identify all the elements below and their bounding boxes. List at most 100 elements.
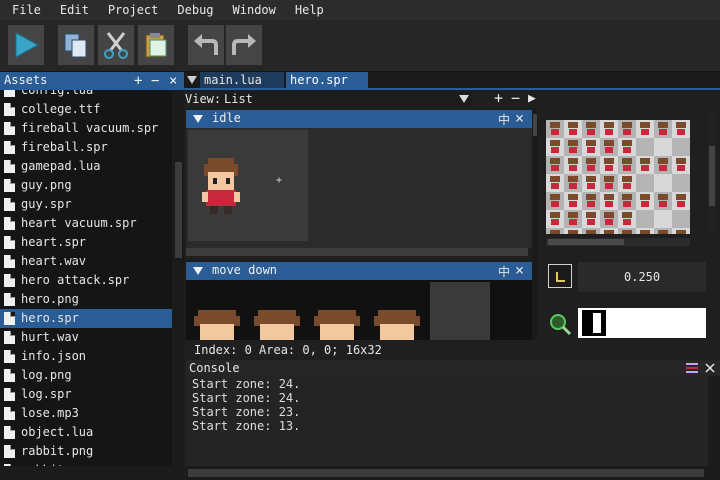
assets-horizontal-scrollbar[interactable] [0, 466, 184, 480]
sheet-horizontal-scrollbar[interactable] [546, 238, 690, 246]
frame-cell[interactable] [370, 302, 424, 340]
interval-field[interactable]: 0.250 [578, 262, 706, 292]
frame-cell[interactable] [190, 302, 244, 340]
asset-item-label: fireball vacuum.spr [21, 121, 159, 135]
asset-item[interactable]: hero.spr [0, 309, 172, 328]
close-assets-button[interactable]: × [169, 72, 177, 90]
pin-icon[interactable]: 中 [498, 263, 510, 280]
tab-menu-icon[interactable] [187, 76, 197, 84]
play-animation-button[interactable]: ▶ [528, 91, 536, 106]
animation-panel-move-down: move down 中 × [186, 260, 532, 340]
editor-tabbar: main.lua hero.spr [184, 72, 720, 90]
status-bar: Index: 0 Area: 0, 0; 16x32 [186, 340, 720, 358]
assets-list[interactable]: config.lua college.ttf fireball vacuum.spr… [0, 90, 172, 466]
asset-item[interactable]: info.json [0, 347, 172, 366]
asset-item-label: hero attack.spr [21, 273, 130, 287]
asset-item[interactable]: college.ttf [0, 100, 172, 119]
asset-item-label: gamepad.lua [21, 159, 101, 173]
console-horizontal-scrollbar[interactable] [186, 466, 720, 480]
menu-edit[interactable]: Edit [48, 0, 96, 20]
interval-clock-icon [548, 264, 572, 288]
asset-item-label: hurt.wav [21, 330, 79, 344]
console-header: Console [186, 360, 720, 376]
animation-name: move down [212, 263, 278, 277]
asset-item[interactable]: gamepad.lua [0, 157, 172, 176]
asset-item[interactable]: fireball vacuum.spr [0, 119, 172, 138]
close-animation-button[interactable]: × [515, 109, 524, 127]
frame-cell[interactable] [310, 302, 364, 340]
menu-debug[interactable]: Debug [165, 0, 220, 20]
asset-item[interactable]: config.lua [0, 90, 172, 100]
asset-item[interactable]: heart.wav [0, 252, 172, 271]
console-menu-icon[interactable] [686, 363, 698, 373]
asset-item[interactable]: guy.png [0, 176, 172, 195]
sheet-horizontal-thumb[interactable] [548, 239, 624, 245]
sprite-sheet-panel: 0.250 [538, 108, 720, 340]
asset-item-label: rabbit.png [21, 444, 94, 458]
tab-hero-spr[interactable]: hero.spr [286, 72, 368, 88]
add-animation-button[interactable]: + [494, 89, 503, 107]
idle-horizontal-scrollbar[interactable] [186, 248, 528, 256]
sprite-sheet-image[interactable] [546, 120, 690, 234]
undo-button[interactable] [188, 25, 224, 65]
console-output[interactable]: Start zone: 24. Start zone: 24. Start zo… [186, 376, 708, 466]
copy-button[interactable] [58, 25, 94, 65]
file-icon [4, 217, 15, 230]
asset-item[interactable]: rabbit.png [0, 442, 172, 461]
asset-item-label: info.json [21, 349, 87, 363]
view-select[interactable]: List [222, 91, 472, 107]
asset-item-label: config.lua [21, 90, 94, 97]
console-scrollbar[interactable] [708, 376, 720, 466]
asset-item[interactable]: lose.mp3 [0, 404, 172, 423]
collapse-icon[interactable] [193, 267, 203, 275]
assets-scrollbar-thumb[interactable] [175, 162, 182, 258]
add-asset-button[interactable]: + [134, 72, 142, 90]
animation-frames-idle: + [186, 128, 532, 248]
asset-item[interactable]: heart vacuum.spr [0, 214, 172, 233]
sheet-vertical-thumb[interactable] [709, 146, 715, 206]
redo-button[interactable] [226, 25, 262, 65]
zoom-slider-handle[interactable] [592, 312, 602, 334]
animation-header-idle[interactable]: idle 中 × [186, 109, 532, 128]
asset-item[interactable]: guy.spr [0, 195, 172, 214]
collapse-icon[interactable] [193, 115, 203, 123]
remove-animation-button[interactable]: − [511, 89, 520, 107]
remove-asset-button[interactable]: − [151, 72, 159, 90]
cut-button[interactable] [98, 25, 134, 65]
asset-item[interactable]: heart.spr [0, 233, 172, 252]
file-icon [4, 369, 15, 382]
asset-item-label: heart.spr [21, 235, 87, 249]
asset-item-label: heart vacuum.spr [21, 216, 137, 230]
asset-item[interactable]: hero attack.spr [0, 271, 172, 290]
view-row: View: List + − ▶ [184, 89, 720, 108]
zoom-slider[interactable] [578, 308, 706, 338]
asset-item-label: guy.png [21, 178, 72, 192]
console-horizontal-thumb[interactable] [188, 469, 704, 477]
menu-window[interactable]: Window [221, 0, 283, 20]
asset-item[interactable]: hero.png [0, 290, 172, 309]
asset-item[interactable]: log.spr [0, 385, 172, 404]
assets-scrollbar[interactable] [172, 90, 184, 466]
asset-item[interactable]: fireball.spr [0, 138, 172, 157]
pin-icon[interactable]: 中 [498, 111, 510, 128]
run-button[interactable] [8, 25, 44, 65]
menu-project[interactable]: Project [96, 0, 166, 20]
close-animation-button[interactable]: × [515, 261, 524, 279]
paste-button[interactable] [138, 25, 174, 65]
animation-header-move-down[interactable]: move down 中 × [186, 261, 532, 280]
frame-cell[interactable]: + [188, 130, 308, 241]
menu-help[interactable]: Help [283, 0, 331, 20]
asset-item[interactable]: log.png [0, 366, 172, 385]
asset-item[interactable]: object.lua [0, 423, 172, 442]
close-icon[interactable] [705, 363, 715, 373]
frame-cell[interactable] [430, 282, 490, 340]
file-icon [4, 198, 15, 211]
file-icon [4, 236, 15, 249]
sequence-scrollbar-thumb[interactable] [533, 114, 537, 136]
asset-item[interactable]: hurt.wav [0, 328, 172, 347]
undo-icon [194, 34, 218, 55]
tab-main-lua[interactable]: main.lua [200, 72, 284, 88]
frame-cell[interactable] [250, 302, 304, 340]
menu-file[interactable]: File [0, 0, 48, 20]
sheet-vertical-scrollbar[interactable] [708, 112, 716, 232]
